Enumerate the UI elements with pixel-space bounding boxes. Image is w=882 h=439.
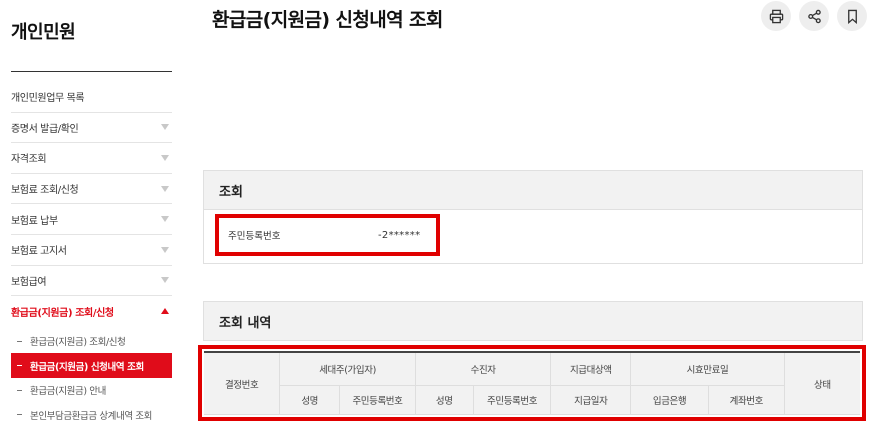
col-householder: 세대주(가입자) [279, 352, 416, 386]
chevron-down-icon [161, 277, 169, 284]
col-account-number: 계좌번호 [708, 385, 785, 416]
sidebar-subitem-label: 환급금(지원금) 안내 [30, 386, 106, 397]
id-number-value: -2****** [378, 229, 421, 241]
col-householder-id: 주민등록번호 [339, 385, 416, 416]
sidebar-menu: 개인민원업무 목록 증명서 발급/확인 자격조회 보험료 조회/신청 보험료 납… [11, 82, 172, 427]
sidebar-submenu: 환급금(지원금) 조회/신청 환급금(지원금) 신청내역 조회 환급금(지원금)… [11, 327, 172, 427]
sidebar-item-premium-notice[interactable]: 보험료 고지서 [11, 235, 172, 266]
chevron-down-icon [161, 185, 169, 192]
results-section-heading: 조회 내역 [203, 301, 863, 341]
col-recipient: 수진자 [415, 352, 552, 386]
chevron-up-icon [161, 308, 169, 315]
col-payment-amount: 지급대상액 [550, 352, 632, 386]
sidebar-divider [11, 71, 172, 72]
share-icon [807, 9, 821, 23]
print-button[interactable] [761, 1, 791, 31]
sidebar-subitem-offset-history[interactable]: 본인부담금환급금 상계내역 조회 [11, 402, 172, 427]
sidebar-subitem-refund-history[interactable]: 환급금(지원금) 신청내역 조회 [11, 353, 172, 378]
dash-icon [17, 365, 22, 366]
chevron-down-icon [161, 124, 169, 131]
col-expiry-date: 시효만료일 [630, 352, 785, 386]
col-recipient-name: 성명 [415, 385, 474, 416]
col-householder-name: 성명 [279, 385, 341, 416]
col-bank: 입금은행 [630, 385, 709, 416]
sidebar-item-label: 환급금(지원금) 조회/신청 [11, 307, 114, 319]
sidebar-item-label: 보험료 조회/신청 [11, 185, 79, 197]
sidebar-item-refund[interactable]: 환급금(지원금) 조회/신청 [11, 296, 172, 327]
sidebar-subitem-label: 본인부담금환급금 상계내역 조회 [30, 410, 152, 422]
sidebar-item-label: 개인민원업무 목록 [11, 93, 85, 105]
bookmark-icon [847, 9, 857, 24]
col-decision-number: 결정번호 [204, 352, 281, 415]
sidebar-subitem-label: 환급금(지원금) 신청내역 조회 [30, 361, 144, 373]
sidebar-item-label: 보험급여 [11, 276, 47, 288]
id-number-row: 주민등록번호 -2****** [215, 214, 440, 256]
search-section-heading: 조회 [203, 170, 863, 210]
sidebar-title: 개인민원 [11, 22, 76, 43]
chevron-down-icon [161, 216, 169, 223]
col-payment-date: 지급일자 [550, 385, 632, 416]
results-table: 결정번호 세대주(가입자) 수진자 지급대상액 시효만료일 상태 성명 주민등록… [204, 351, 860, 416]
sidebar-subitem-refund-guide[interactable]: 환급금(지원금) 안내 [11, 378, 172, 403]
page-title: 환급금(지원금) 신청내역 조회 [212, 9, 443, 31]
sidebar: 개인민원 개인민원업무 목록 증명서 발급/확인 자격조회 보험료 조회/신청 … [0, 0, 176, 439]
page-tools [761, 1, 867, 31]
id-number-label: 주민등록번호 [228, 231, 281, 242]
sidebar-item-civil-list[interactable]: 개인민원업무 목록 [11, 82, 172, 113]
col-recipient-id: 주민등록번호 [473, 385, 552, 416]
chevron-down-icon [161, 154, 169, 161]
sidebar-item-premium-payment[interactable]: 보험료 납부 [11, 204, 172, 235]
results-table-wrapper: 결정번호 세대주(가입자) 수진자 지급대상액 시효만료일 상태 성명 주민등록… [198, 345, 866, 421]
sidebar-item-benefits[interactable]: 보험급여 [11, 266, 172, 297]
sidebar-item-label: 자격조회 [11, 154, 47, 166]
print-icon [769, 9, 783, 23]
dash-icon [17, 414, 22, 415]
sidebar-subitem-refund-inquiry[interactable]: 환급금(지원금) 조회/신청 [11, 329, 172, 354]
sidebar-item-label: 보험료 납부 [11, 215, 58, 227]
sidebar-item-label: 증명서 발급/확인 [11, 123, 79, 135]
chevron-down-icon [161, 246, 169, 253]
sidebar-item-label: 보험료 고지서 [11, 246, 67, 258]
sidebar-subitem-label: 환급금(지원금) 조회/신청 [30, 337, 126, 348]
dash-icon [17, 389, 22, 391]
col-status: 상태 [784, 352, 860, 415]
sidebar-item-premium-inquiry[interactable]: 보험료 조회/신청 [11, 174, 172, 205]
bookmark-button[interactable] [837, 1, 867, 31]
dash-icon [17, 340, 22, 342]
sidebar-item-certificate[interactable]: 증명서 발급/확인 [11, 113, 172, 144]
sidebar-item-eligibility[interactable]: 자격조회 [11, 143, 172, 174]
share-button[interactable] [799, 1, 829, 31]
